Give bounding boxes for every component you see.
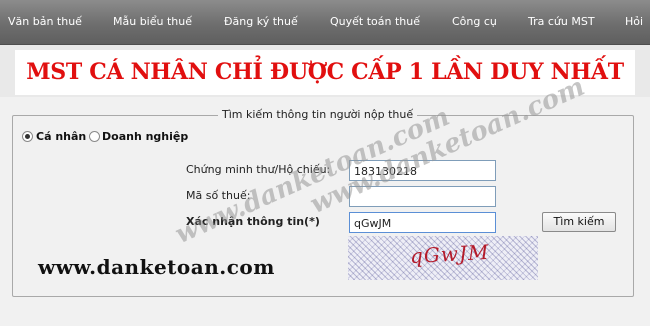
nav-item-cong-cu[interactable]: Công cụ: [452, 15, 497, 28]
search-legend: Tìm kiếm thông tin người nộp thuế: [218, 108, 418, 121]
verify-code-input[interactable]: qGwJM: [349, 212, 496, 233]
radio-business-label[interactable]: Doanh nghiệp: [102, 130, 188, 143]
captcha-image: qGwJM: [348, 236, 538, 280]
notice-banner: MST CÁ NHÂN CHỈ ĐƯỢC CẤP 1 LẦN DUY NHẤT: [15, 50, 635, 95]
verify-label: Xác nhận thông tin(*): [186, 215, 320, 228]
search-button[interactable]: Tìm kiếm: [542, 212, 616, 232]
nav-item-mau-bieu-thue[interactable]: Mẫu biểu thuế: [113, 15, 192, 28]
nav-item-tra-cuu-mst[interactable]: Tra cứu MST: [528, 15, 595, 28]
nav-item-van-ban-thue[interactable]: Văn bản thuế: [8, 15, 82, 28]
id-number-input[interactable]: 183130218: [349, 160, 496, 181]
radio-personal-label[interactable]: Cá nhân: [36, 130, 86, 143]
radio-business[interactable]: [89, 131, 100, 142]
site-url-watermark: www.danketoan.com: [38, 255, 275, 279]
nav-item-dang-ky-thue[interactable]: Đăng ký thuế: [224, 15, 298, 28]
tax-code-input[interactable]: [349, 186, 496, 207]
nav-item-hoi[interactable]: Hỏi: [625, 15, 643, 28]
id-number-label: Chứng minh thư/Hộ chiếu:: [186, 163, 331, 176]
captcha-text: qGwJM: [409, 239, 490, 269]
radio-personal[interactable]: [22, 131, 33, 142]
top-nav-bar: Văn bản thuế Mẫu biểu thuế Đăng ký thuế …: [0, 0, 650, 45]
search-panel: Tìm kiếm thông tin người nộp thuế Cá nhâ…: [0, 97, 650, 326]
nav-item-quyet-toan-thue[interactable]: Quyết toán thuế: [330, 15, 420, 28]
tax-code-label: Mã số thuế:: [186, 189, 251, 202]
